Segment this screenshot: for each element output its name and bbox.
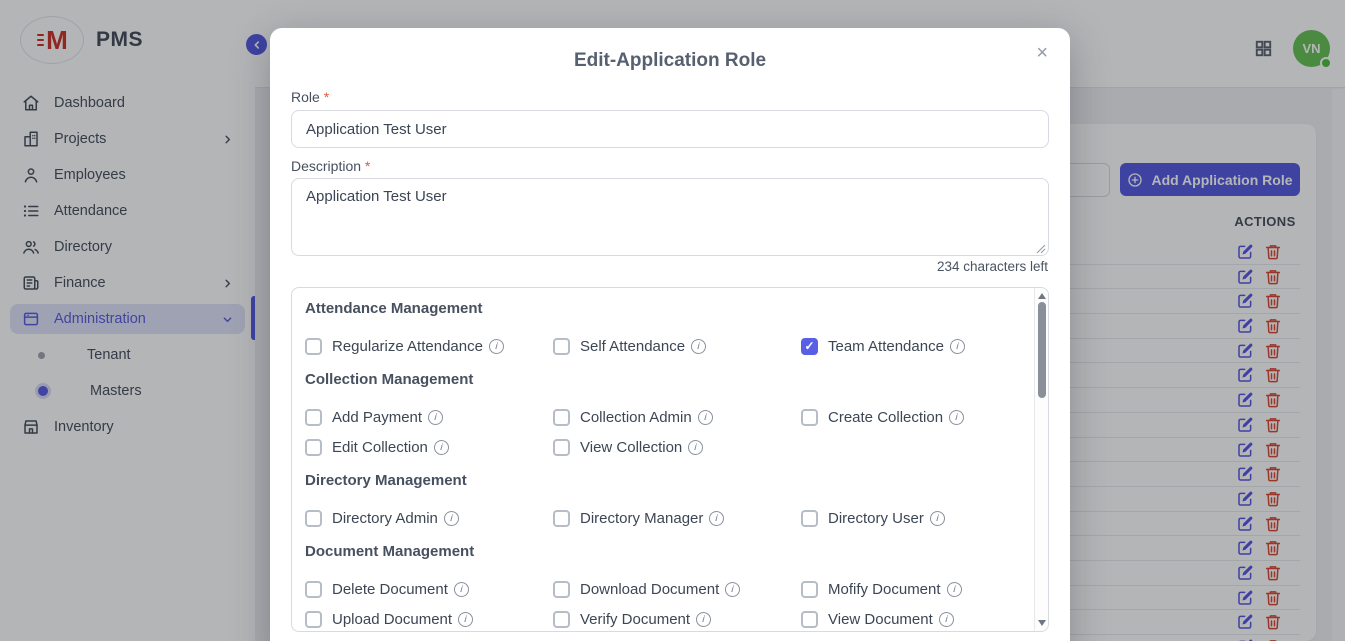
permission-label: Directory User bbox=[828, 510, 924, 527]
permissions-section: Directory Management Directory Admin i D… bbox=[305, 472, 1034, 533]
permission-label: Self Attendance bbox=[580, 338, 685, 355]
scroll-down-icon[interactable] bbox=[1038, 620, 1046, 626]
role-input[interactable] bbox=[291, 110, 1049, 148]
section-title: Collection Management bbox=[305, 371, 1034, 390]
checkbox-unchecked[interactable] bbox=[801, 409, 818, 426]
checkbox-unchecked[interactable] bbox=[553, 581, 570, 598]
permission-directory-user[interactable]: Directory User i bbox=[801, 503, 1034, 533]
close-icon[interactable]: × bbox=[1028, 38, 1056, 69]
info-icon[interactable]: i bbox=[946, 581, 963, 598]
permission-self-attendance[interactable]: Self Attendance i bbox=[553, 331, 801, 361]
required-marker: * bbox=[365, 158, 370, 174]
checkbox-unchecked[interactable] bbox=[801, 510, 818, 527]
scrollbar-thumb[interactable] bbox=[1038, 302, 1046, 398]
checkbox-unchecked[interactable] bbox=[305, 611, 322, 628]
checkbox-unchecked[interactable] bbox=[801, 581, 818, 598]
permissions-box: Attendance Management Regularize Attenda… bbox=[291, 287, 1049, 632]
role-label-text: Role bbox=[291, 89, 320, 105]
permission-view-collection[interactable]: View Collection i bbox=[553, 432, 801, 462]
section-title: Attendance Management bbox=[305, 300, 1034, 319]
description-field-label: Description * bbox=[291, 158, 370, 174]
permissions-section: Collection Management Add Payment i Coll… bbox=[305, 371, 1034, 462]
edit-application-role-modal: × Edit-Application Role Role * Descripti… bbox=[270, 28, 1070, 641]
info-icon[interactable]: i bbox=[427, 409, 444, 426]
info-icon[interactable]: i bbox=[948, 409, 965, 426]
permission-verify-document[interactable]: Verify Document i bbox=[553, 604, 801, 631]
permission-add-payment[interactable]: Add Payment i bbox=[305, 402, 553, 432]
required-marker: * bbox=[324, 89, 329, 105]
permission-view-document[interactable]: View Document i bbox=[801, 604, 1034, 631]
info-icon[interactable]: i bbox=[687, 439, 704, 456]
permission-label: Edit Collection bbox=[332, 439, 428, 456]
permission-team-attendance[interactable]: ✓ Team Attendance i bbox=[801, 331, 1034, 361]
permission-edit-collection[interactable]: Edit Collection i bbox=[305, 432, 553, 462]
checkbox-unchecked[interactable] bbox=[553, 439, 570, 456]
info-icon[interactable]: i bbox=[929, 510, 946, 527]
info-icon[interactable]: i bbox=[488, 338, 505, 355]
info-icon[interactable]: i bbox=[453, 581, 470, 598]
checkbox-unchecked[interactable] bbox=[305, 510, 322, 527]
permission-label: Add Payment bbox=[332, 409, 422, 426]
checkbox-unchecked[interactable] bbox=[553, 510, 570, 527]
section-title: Directory Management bbox=[305, 472, 1034, 491]
info-icon[interactable]: i bbox=[949, 338, 966, 355]
info-icon[interactable]: i bbox=[443, 510, 460, 527]
checkbox-unchecked[interactable] bbox=[553, 409, 570, 426]
info-icon[interactable]: i bbox=[724, 581, 741, 598]
permission-label: Delete Document bbox=[332, 581, 448, 598]
permissions-scroll-area: Attendance Management Regularize Attenda… bbox=[292, 288, 1034, 631]
screen: M PMS Dashboard Projects Employees bbox=[0, 0, 1345, 641]
characters-left-counter: 234 characters left bbox=[937, 259, 1048, 274]
checkbox-unchecked[interactable] bbox=[553, 611, 570, 628]
permission-label: View Collection bbox=[580, 439, 682, 456]
permissions-scrollbar[interactable] bbox=[1034, 288, 1048, 631]
permission-directory-manager[interactable]: Directory Manager i bbox=[553, 503, 801, 533]
info-icon[interactable]: i bbox=[433, 439, 450, 456]
permission-label: Mofify Document bbox=[828, 581, 941, 598]
description-label-text: Description bbox=[291, 158, 361, 174]
checkbox-unchecked[interactable] bbox=[305, 338, 322, 355]
permission-directory-admin[interactable]: Directory Admin i bbox=[305, 503, 553, 533]
info-icon[interactable]: i bbox=[697, 409, 714, 426]
permission-label: Team Attendance bbox=[828, 338, 944, 355]
permission-download-document[interactable]: Download Document i bbox=[553, 574, 801, 604]
permission-label: View Document bbox=[828, 611, 933, 628]
permissions-section: Document Management Delete Document i Do… bbox=[305, 543, 1034, 631]
permission-delete-document[interactable]: Delete Document i bbox=[305, 574, 553, 604]
info-icon[interactable]: i bbox=[690, 338, 707, 355]
section-title: Document Management bbox=[305, 543, 1034, 562]
permission-label: Upload Document bbox=[332, 611, 452, 628]
permission-regularize-attendance[interactable]: Regularize Attendance i bbox=[305, 331, 553, 361]
permission-mofify-document[interactable]: Mofify Document i bbox=[801, 574, 1034, 604]
permission-label: Download Document bbox=[580, 581, 719, 598]
info-icon[interactable]: i bbox=[695, 611, 712, 628]
permission-create-collection[interactable]: Create Collection i bbox=[801, 402, 1034, 432]
checkbox-unchecked[interactable] bbox=[801, 611, 818, 628]
permission-label: Regularize Attendance bbox=[332, 338, 483, 355]
permission-upload-document[interactable]: Upload Document i bbox=[305, 604, 553, 631]
permission-label: Collection Admin bbox=[580, 409, 692, 426]
description-textarea[interactable]: Application Test User bbox=[291, 178, 1049, 256]
checkbox-unchecked[interactable] bbox=[553, 338, 570, 355]
info-icon[interactable]: i bbox=[457, 611, 474, 628]
checkbox-checked[interactable]: ✓ bbox=[801, 338, 818, 355]
permission-label: Verify Document bbox=[580, 611, 690, 628]
info-icon[interactable]: i bbox=[708, 510, 725, 527]
permissions-section: Attendance Management Regularize Attenda… bbox=[305, 300, 1034, 361]
permission-label: Create Collection bbox=[828, 409, 943, 426]
permission-label: Directory Admin bbox=[332, 510, 438, 527]
checkbox-unchecked[interactable] bbox=[305, 581, 322, 598]
info-icon[interactable]: i bbox=[938, 611, 955, 628]
permission-label: Directory Manager bbox=[580, 510, 703, 527]
role-field-label: Role * bbox=[291, 89, 329, 105]
permission-collection-admin[interactable]: Collection Admin i bbox=[553, 402, 801, 432]
checkbox-unchecked[interactable] bbox=[305, 409, 322, 426]
scroll-up-icon[interactable] bbox=[1038, 293, 1046, 299]
checkbox-unchecked[interactable] bbox=[305, 439, 322, 456]
modal-title: Edit-Application Role bbox=[270, 50, 1070, 72]
